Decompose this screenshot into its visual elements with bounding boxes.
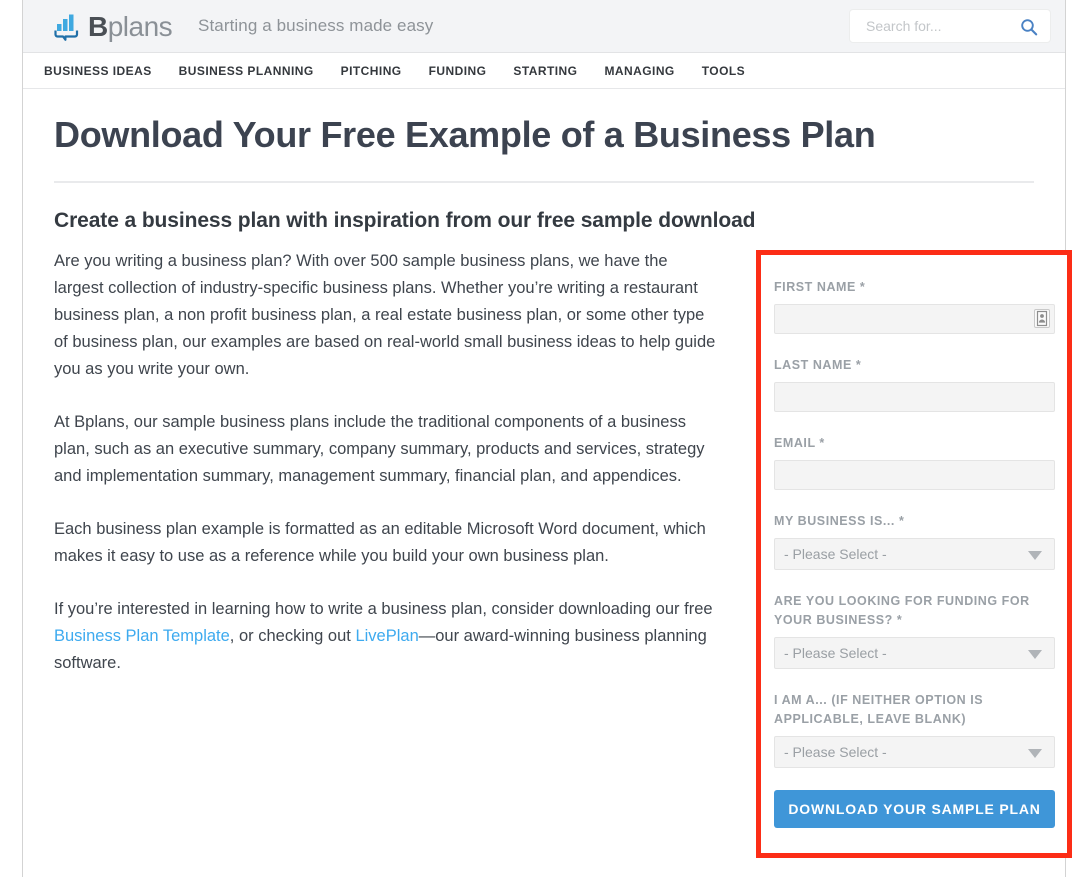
browser-page-frame: Bplans Starting a business made easy BUS… bbox=[22, 0, 1072, 877]
logo-wordmark-bold: B bbox=[88, 11, 108, 42]
article-body: Are you writing a business plan? With ov… bbox=[54, 248, 716, 703]
paragraph-1: Are you writing a business plan? With ov… bbox=[54, 252, 716, 378]
site-logo[interactable]: Bplans bbox=[54, 9, 173, 45]
nav-item-business-planning[interactable]: BUSINESS PLANNING bbox=[179, 64, 314, 78]
business-type-select[interactable]: - Please Select - bbox=[774, 538, 1055, 570]
download-lead-form: FIRST NAME * LAST NAME * EMAIL * MY BUSI… bbox=[774, 278, 1055, 828]
business-plan-template-link[interactable]: Business Plan Template bbox=[54, 627, 230, 645]
liveplan-link[interactable]: LivePlan bbox=[355, 627, 418, 645]
nav-item-pitching[interactable]: PITCHING bbox=[341, 64, 402, 78]
page-subtitle: Create a business plan with inspiration … bbox=[54, 209, 756, 232]
i-am-a-select-wrap: - Please Select - bbox=[774, 736, 1055, 768]
nav-item-starting[interactable]: STARTING bbox=[513, 64, 577, 78]
funding-select-wrap: - Please Select - bbox=[774, 637, 1055, 669]
last-name-label: LAST NAME * bbox=[774, 358, 862, 372]
first-name-input[interactable] bbox=[774, 304, 1055, 334]
last-name-input[interactable] bbox=[774, 382, 1055, 412]
search-icon[interactable] bbox=[1020, 18, 1038, 36]
search-input[interactable] bbox=[864, 10, 1014, 42]
paragraph-4-text-1: If you’re interested in learning how to … bbox=[54, 600, 713, 618]
i-am-a-label: I AM A... (IF NEITHER OPTION IS APPLICAB… bbox=[774, 693, 984, 726]
paragraph-3: Each business plan example is formatted … bbox=[54, 520, 706, 565]
site-tagline: Starting a business made easy bbox=[198, 16, 434, 35]
first-name-field-wrap bbox=[774, 304, 1055, 334]
nav-item-tools[interactable]: TOOLS bbox=[702, 64, 745, 78]
email-label: EMAIL * bbox=[774, 436, 825, 450]
business-type-select-wrap: - Please Select - bbox=[774, 538, 1055, 570]
page-title: Download Your Free Example of a Business… bbox=[54, 114, 876, 155]
paragraph-4: If you’re interested in learning how to … bbox=[54, 596, 716, 677]
nav-item-business-ideas[interactable]: BUSINESS IDEAS bbox=[44, 64, 152, 78]
business-type-label: MY BUSINESS IS... * bbox=[774, 514, 905, 528]
search-box[interactable] bbox=[849, 9, 1051, 43]
download-sample-plan-button[interactable]: DOWNLOAD YOUR SAMPLE PLAN bbox=[774, 790, 1055, 828]
paragraph-2: At Bplans, our sample business plans inc… bbox=[54, 413, 705, 485]
site-masthead: Bplans Starting a business made easy bbox=[23, 0, 1065, 53]
logo-wordmark-rest: plans bbox=[107, 11, 173, 42]
paragraph-4-text-2: , or checking out bbox=[229, 627, 356, 645]
funding-question-label: ARE YOU LOOKING FOR FUNDING FOR YOUR BUS… bbox=[774, 594, 1030, 627]
nav-item-managing[interactable]: MANAGING bbox=[604, 64, 674, 78]
primary-navbar: BUSINESS IDEAS BUSINESS PLANNING PITCHIN… bbox=[23, 53, 1065, 89]
first-name-label: FIRST NAME * bbox=[774, 280, 866, 294]
bar-chart-speech-bubble-icon bbox=[54, 13, 84, 41]
title-divider bbox=[54, 181, 1034, 183]
contact-card-autofill-icon[interactable] bbox=[1034, 309, 1050, 328]
nav-list: BUSINESS IDEAS BUSINESS PLANNING PITCHIN… bbox=[44, 53, 772, 88]
i-am-a-select[interactable]: - Please Select - bbox=[774, 736, 1055, 768]
logo-wordmark: Bplans bbox=[88, 11, 173, 42]
page-root: Bplans Starting a business made easy BUS… bbox=[0, 0, 1088, 877]
funding-select[interactable]: - Please Select - bbox=[774, 637, 1055, 669]
nav-item-funding[interactable]: FUNDING bbox=[429, 64, 487, 78]
email-input[interactable] bbox=[774, 460, 1055, 490]
